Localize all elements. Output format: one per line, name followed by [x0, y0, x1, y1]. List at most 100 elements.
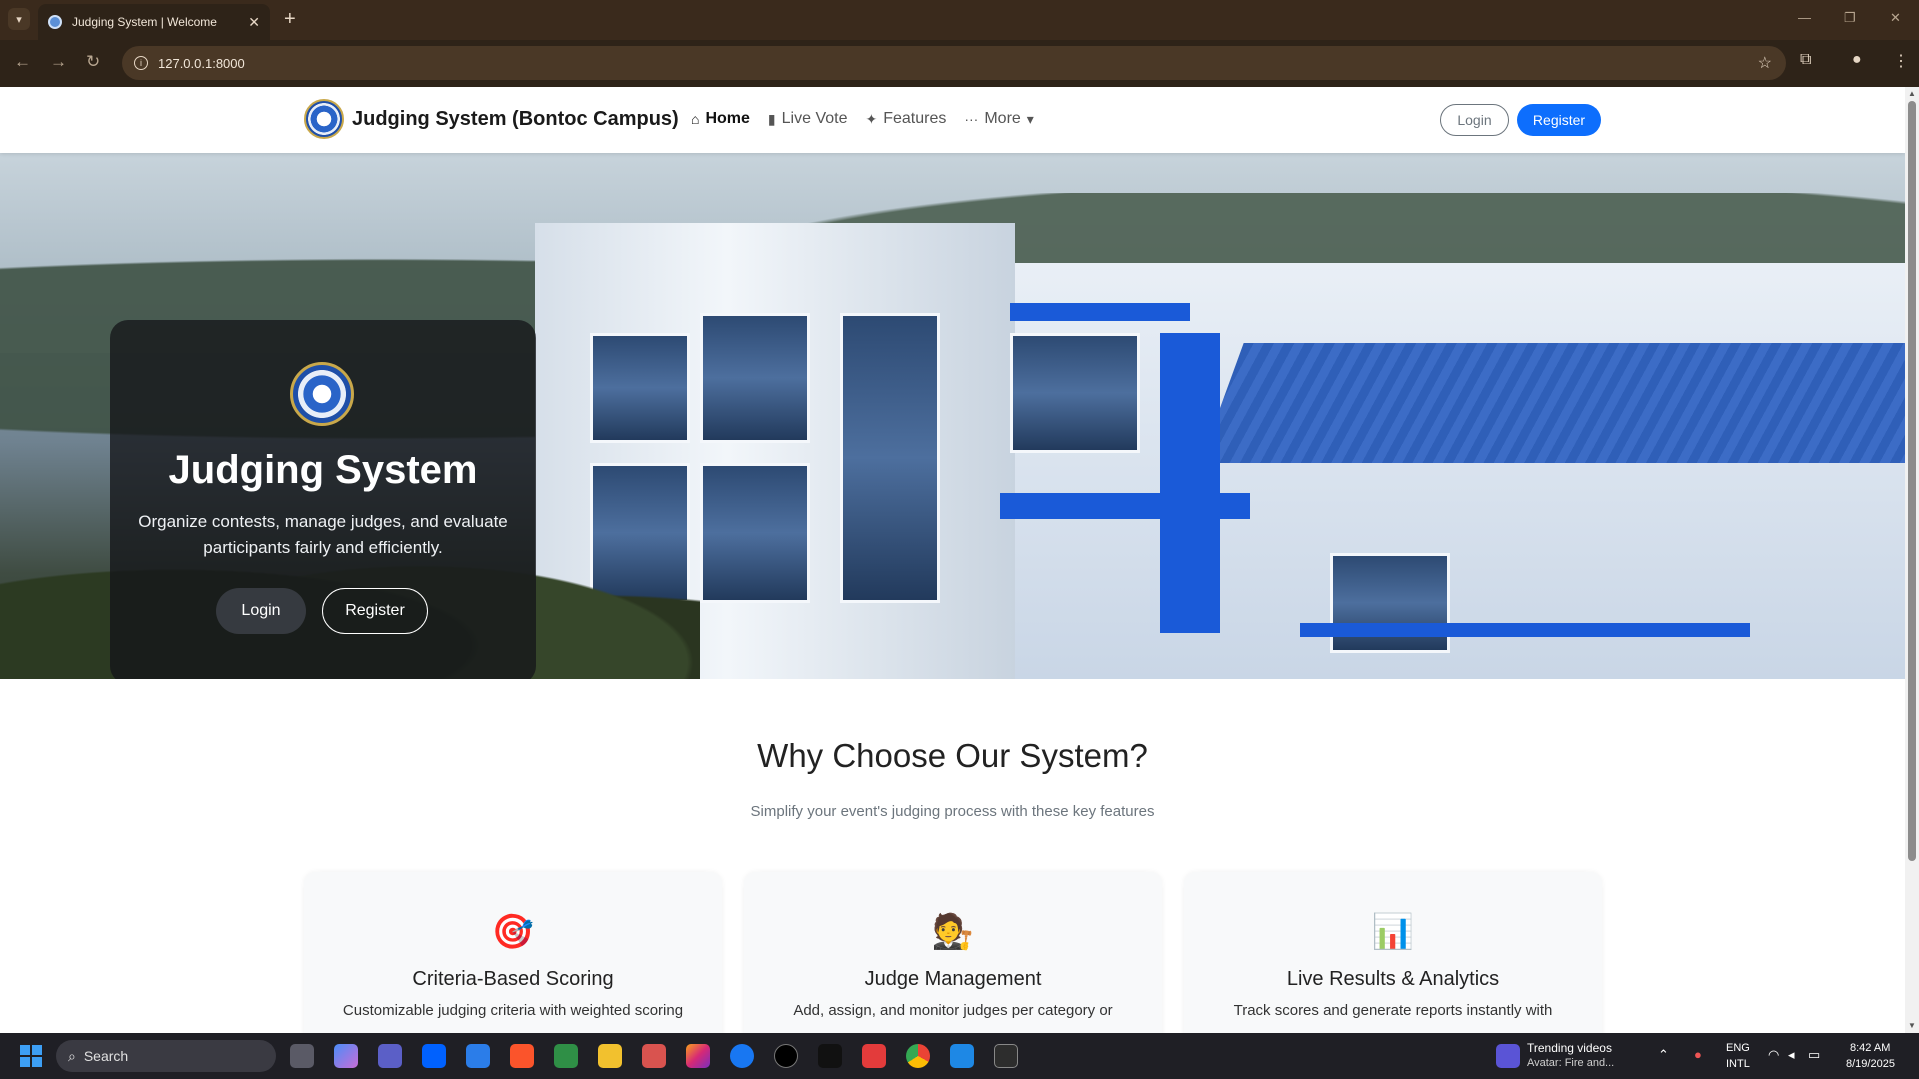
features-heading: Why Choose Our System? — [757, 737, 1148, 774]
building-stripe — [1010, 303, 1190, 321]
new-tab-button[interactable]: + — [284, 9, 296, 29]
threads-icon[interactable] — [774, 1044, 798, 1068]
wifi-icon[interactable]: ◠ — [1768, 1047, 1779, 1063]
address-bar[interactable]: i 127.0.0.1:8000 ☆ — [122, 46, 1786, 80]
copilot-icon[interactable] — [334, 1044, 358, 1068]
nav-live-vote-label: Live Vote — [781, 110, 848, 127]
target-icon: 🎯 — [491, 913, 535, 951]
scroll-down-icon[interactable]: ▼ — [1908, 1021, 1916, 1030]
browser-menu-icon[interactable]: ⋮ — [1893, 51, 1909, 71]
hero-register-button[interactable]: Register — [322, 588, 428, 634]
close-window-icon[interactable]: ✕ — [1890, 10, 1901, 26]
tab-search-dropdown-icon[interactable]: ▾ — [8, 8, 30, 30]
browser-tab-strip: ▾ Judging System | Welcome ✕ + — ❐ ✕ — [0, 0, 1919, 40]
app-icon[interactable] — [554, 1044, 578, 1068]
analytics-chart-icon: 📊 — [1371, 913, 1415, 951]
campus-logo-icon — [304, 99, 344, 139]
file-explorer-icon[interactable] — [598, 1044, 622, 1068]
language-layout: INTL — [1726, 1058, 1750, 1070]
hero-building-roof — [1200, 343, 1905, 463]
profile-avatar-icon[interactable]: ● — [1852, 51, 1862, 69]
hero-title: Judging System — [168, 448, 478, 492]
hero-login-button[interactable]: Login — [216, 588, 306, 634]
nav-home[interactable]: ⌂ Home — [691, 110, 750, 128]
brave-icon[interactable] — [510, 1044, 534, 1068]
extensions-icon[interactable]: ⧉ — [1800, 51, 1811, 69]
scroll-up-icon[interactable]: ▲ — [1908, 89, 1916, 98]
bookmark-star-icon[interactable]: ☆ — [1758, 53, 1772, 73]
feature-card-desc: Add, assign, and monitor judges per cate… — [793, 1002, 1113, 1019]
site-info-icon[interactable]: i — [134, 56, 148, 70]
scrollbar-thumb[interactable] — [1908, 101, 1916, 861]
terminal-icon[interactable] — [994, 1044, 1018, 1068]
brand-link[interactable]: Judging System (Bontoc Campus) — [304, 99, 679, 139]
nav-features-label: Features — [883, 110, 947, 127]
clock-time[interactable]: 8:42 AM — [1850, 1042, 1890, 1054]
building-window — [840, 313, 940, 603]
widget-video-icon[interactable] — [1496, 1044, 1520, 1068]
minimize-icon[interactable]: — — [1798, 10, 1811, 25]
building-window — [700, 313, 810, 443]
feature-card-desc: Customizable judging criteria with weigh… — [342, 1002, 684, 1019]
tiktok-icon[interactable] — [818, 1044, 842, 1068]
app-icon[interactable] — [642, 1044, 666, 1068]
tab-title: Judging System | Welcome — [72, 15, 217, 29]
back-icon[interactable]: ← — [14, 52, 31, 72]
instagram-icon[interactable] — [686, 1044, 710, 1068]
tab-favicon-icon — [48, 15, 62, 29]
nav-login-button[interactable]: Login — [1440, 104, 1509, 136]
widget-subtitle: Avatar: Fire and... — [1527, 1057, 1615, 1069]
chrome-icon[interactable] — [906, 1044, 930, 1068]
hero-subtitle: Organize contests, manage judges, and ev… — [138, 512, 508, 557]
volume-icon[interactable]: ◂ — [1788, 1047, 1795, 1063]
tray-chevron-icon[interactable]: ⌃ — [1658, 1047, 1669, 1063]
nav-live-vote[interactable]: ▮ Live Vote — [768, 110, 848, 128]
sparkles-icon: ✦ — [865, 110, 878, 127]
page-scrollbar[interactable]: ▲ ▼ — [1905, 87, 1919, 1033]
nav-register-button[interactable]: Register — [1517, 104, 1601, 136]
hero-card: Judging System Organize contests, manage… — [110, 320, 536, 679]
tray-status-icon[interactable]: ● — [1694, 1047, 1702, 1062]
teams-icon[interactable] — [378, 1044, 402, 1068]
bar-chart-icon: ▮ — [767, 110, 776, 127]
feature-card: 🧑‍⚖️ Judge Management Add, assign, and m… — [744, 872, 1162, 1033]
battery-icon[interactable]: ▭ — [1808, 1047, 1820, 1063]
search-icon: ⌕ — [68, 1047, 76, 1064]
building-window — [700, 463, 810, 603]
main-menu: ⌂ Home ▮ Live Vote ✦ Features ··· More ▾ — [691, 110, 1034, 128]
dropbox-icon[interactable] — [422, 1044, 446, 1068]
restore-icon[interactable]: ❐ — [1844, 10, 1856, 26]
brand-name: Judging System (Bontoc Campus) — [352, 107, 679, 130]
reload-icon[interactable]: ↻ — [86, 52, 100, 72]
feature-card-title: Judge Management — [864, 968, 1042, 990]
feature-card-title: Live Results & Analytics — [1286, 968, 1500, 990]
features-subtitle: Simplify your event's judging process wi… — [750, 803, 1155, 820]
vscode-icon[interactable] — [950, 1044, 974, 1068]
home-icon: ⌂ — [691, 111, 700, 127]
nav-more-label: More — [984, 110, 1021, 127]
feature-card: 📊 Live Results & Analytics Track scores … — [1184, 872, 1602, 1033]
building-window — [1330, 553, 1450, 653]
site-navbar: Judging System (Bontoc Campus) ⌂ Home ▮ … — [0, 87, 1905, 153]
building-window — [1010, 333, 1140, 453]
browser-tab[interactable]: Judging System | Welcome ✕ — [38, 4, 270, 40]
nav-more-dropdown[interactable]: ··· More ▾ — [964, 110, 1033, 128]
nav-features[interactable]: ✦ Features — [865, 110, 946, 128]
store-icon[interactable] — [466, 1044, 490, 1068]
hero-logo-icon — [290, 362, 354, 426]
caret-down-icon: ▾ — [1026, 110, 1034, 127]
windows-taskbar: ⌕ Search Trending videos Avatar: Fire an… — [0, 1033, 1919, 1079]
widget-title: Trending videos — [1527, 1041, 1612, 1055]
task-view-icon[interactable] — [290, 1044, 314, 1068]
windows-start-icon[interactable] — [20, 1045, 42, 1067]
facebook-icon[interactable] — [730, 1044, 754, 1068]
wps-icon[interactable] — [862, 1044, 886, 1068]
feature-card: 🎯 Criteria-Based Scoring Customizable ju… — [304, 872, 722, 1033]
building-stripe — [1160, 333, 1220, 633]
page-viewport: Judging System (Bontoc Campus) ⌂ Home ▮ … — [0, 87, 1905, 1033]
forward-icon[interactable]: → — [50, 52, 67, 72]
tab-close-icon[interactable]: ✕ — [248, 14, 260, 31]
language-code[interactable]: ENG — [1726, 1042, 1750, 1054]
building-window — [590, 333, 690, 443]
taskbar-search[interactable]: ⌕ Search — [56, 1040, 276, 1072]
